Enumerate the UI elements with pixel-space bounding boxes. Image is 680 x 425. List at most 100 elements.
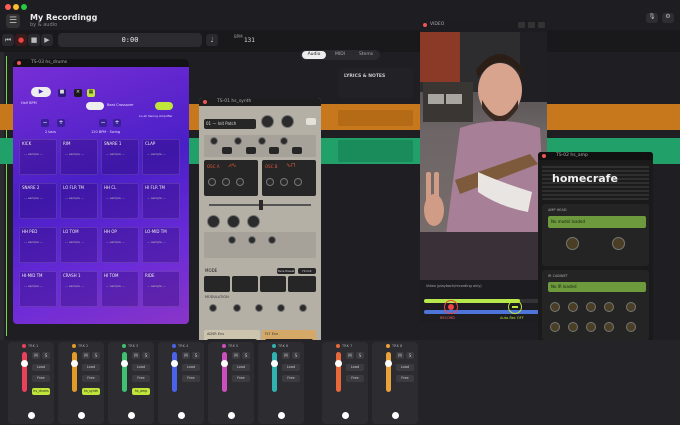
osc-knob-4[interactable] <box>280 137 288 145</box>
strip-load-button[interactable]: Load <box>396 364 414 371</box>
solo-button[interactable]: S <box>242 352 250 359</box>
mode-slot-4[interactable] <box>288 276 316 292</box>
track-level-meter[interactable] <box>122 352 127 392</box>
pan-knob[interactable] <box>28 412 35 419</box>
bars-decrease-button[interactable]: − <box>41 119 49 127</box>
drum-pad[interactable]: RIDE — sample — <box>142 271 180 307</box>
cab-knob-7[interactable] <box>568 322 578 332</box>
mode-slot-1[interactable] <box>204 276 230 292</box>
stop-button[interactable]: ■ <box>28 34 40 46</box>
osc-fine-select[interactable] <box>292 147 302 154</box>
solo-button[interactable]: S <box>92 352 100 359</box>
mute-button[interactable]: M <box>396 352 404 359</box>
cab-knob-6[interactable] <box>550 322 560 332</box>
fader-handle[interactable] <box>385 360 392 367</box>
filter-knob-c[interactable] <box>268 236 276 244</box>
record-button[interactable]: ● <box>15 34 27 46</box>
patch-display[interactable]: 01 — Init Patch <box>204 119 256 129</box>
hi-cut-button[interactable]: Hi Cut <box>298 268 316 274</box>
strip-load-button[interactable]: Load <box>346 364 364 371</box>
tab-audio[interactable]: Audio <box>302 51 326 59</box>
fader-handle[interactable] <box>121 360 128 367</box>
close-window-button[interactable] <box>5 4 11 10</box>
osc-b-knob-3[interactable] <box>294 178 302 186</box>
video-window[interactable]: VIDEO Video (playback/recording only) <box>420 20 547 322</box>
track-level-meter[interactable] <box>72 352 77 392</box>
bpm-decrease-button[interactable]: − <box>99 119 107 127</box>
lyrics-panel[interactable]: LYRICS & NOTES <box>338 68 413 98</box>
fader-handle[interactable] <box>21 360 28 367</box>
drum-pad[interactable]: LO-MID TM — sample — <box>142 227 180 263</box>
osc-b-knob-2[interactable] <box>280 178 288 186</box>
cab-knob-3[interactable] <box>586 302 596 312</box>
clip-green[interactable] <box>338 140 413 162</box>
drum-pad[interactable]: LO TOM — sample — <box>60 227 98 263</box>
drum-pad[interactable]: CLAP — sample — <box>142 139 180 175</box>
pan-knob[interactable] <box>78 412 85 419</box>
tab-midi[interactable]: MIDI <box>328 51 352 59</box>
drum-pad[interactable]: HI TOM — sample — <box>101 271 139 307</box>
drum-pad[interactable]: HI-MID TM — sample — <box>19 271 57 307</box>
filter-cutoff-knob[interactable] <box>207 215 220 228</box>
drum-pad[interactable]: LO FLR TM — sample — <box>60 183 98 219</box>
drums-pattern-button[interactable]: ▦ <box>87 89 95 97</box>
cab-knob-2[interactable] <box>568 302 578 312</box>
drums-window[interactable]: TS-03 hs_drums ▶ ■ × ▦ Half BPM Beat Cro… <box>13 59 189 324</box>
synth-window[interactable]: TS-01 hs_synth 01 — Init Patch OSC A ⩘∿ … <box>199 98 321 374</box>
strip-free-button[interactable]: Free <box>182 375 200 382</box>
cab-knob-4[interactable] <box>604 302 614 312</box>
solo-button[interactable]: S <box>192 352 200 359</box>
cab-knob-5[interactable] <box>626 302 636 312</box>
video-record-button[interactable] <box>444 300 458 314</box>
mod-knob-1[interactable] <box>209 304 217 312</box>
amp-gain-knob[interactable] <box>566 237 579 250</box>
osc-knob-2[interactable] <box>234 137 242 145</box>
strip-free-button[interactable]: Free <box>82 375 100 382</box>
drum-pad[interactable]: KICK — sample — <box>19 139 57 175</box>
solo-button[interactable]: S <box>42 352 50 359</box>
mute-button[interactable]: M <box>282 352 290 359</box>
osc-tune-select[interactable] <box>269 147 279 154</box>
video-popout-button[interactable] <box>518 22 525 28</box>
drum-pad[interactable]: RIM — sample — <box>60 139 98 175</box>
mute-button[interactable]: M <box>132 352 140 359</box>
pan-knob[interactable] <box>128 412 135 419</box>
bars-increase-button[interactable]: + <box>57 119 65 127</box>
metronome-icon[interactable]: ♩ <box>206 34 218 46</box>
osc-range-select[interactable] <box>246 147 256 154</box>
rewind-button[interactable]: ⏮ <box>2 34 14 46</box>
strip-free-button[interactable]: Free <box>282 375 300 382</box>
bpm-increase-button[interactable]: + <box>113 119 121 127</box>
filter-knob-b[interactable] <box>248 236 256 244</box>
strip-free-button[interactable]: Free <box>32 375 50 382</box>
fader-handle[interactable] <box>171 360 178 367</box>
osc-knob-3[interactable] <box>258 137 266 145</box>
strip-load-button[interactable]: Load <box>232 364 250 371</box>
mode-slot-2[interactable] <box>232 276 258 292</box>
solo-button[interactable]: S <box>356 352 364 359</box>
pan-knob[interactable] <box>178 412 185 419</box>
strip-load-button[interactable]: Load <box>32 364 50 371</box>
mute-button[interactable]: M <box>32 352 40 359</box>
mod-knob-2[interactable] <box>233 304 241 312</box>
video-expand-button[interactable] <box>538 22 545 28</box>
mod-knob-3[interactable] <box>255 304 263 312</box>
mode-slot-3[interactable] <box>260 276 286 292</box>
track-level-meter[interactable] <box>222 352 227 392</box>
strip-free-button[interactable]: Free <box>346 375 364 382</box>
minimize-window-button[interactable] <box>13 4 19 10</box>
drum-pad[interactable]: HH OP — sample — <box>101 227 139 263</box>
mute-button[interactable]: M <box>346 352 354 359</box>
mute-button[interactable]: M <box>82 352 90 359</box>
track-level-meter[interactable] <box>22 352 27 392</box>
osc-b-knob-1[interactable] <box>266 178 274 186</box>
cab-knob-9[interactable] <box>604 322 614 332</box>
solo-button[interactable]: S <box>406 352 414 359</box>
zoom-window-button[interactable] <box>21 4 27 10</box>
osc-a-knob-2[interactable] <box>222 178 230 186</box>
amp-level-knob[interactable] <box>612 237 625 250</box>
synth-glide-knob[interactable] <box>281 115 294 128</box>
filter-knob-a[interactable] <box>228 236 236 244</box>
tone-preset-button[interactable]: Tone Preset <box>277 268 295 274</box>
filter-res-knob[interactable] <box>227 215 240 228</box>
